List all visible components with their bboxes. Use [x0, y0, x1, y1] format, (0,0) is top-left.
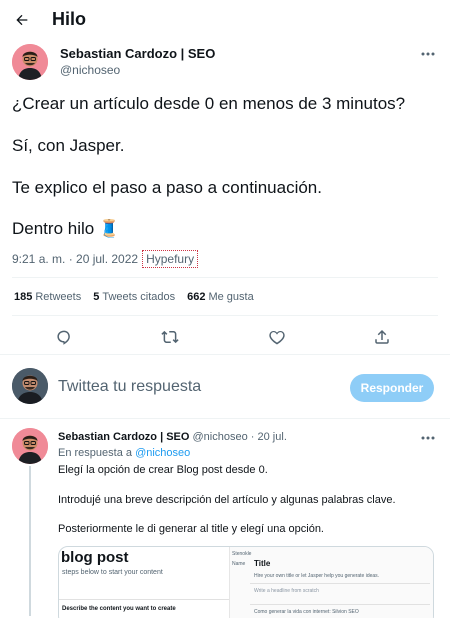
quotes-count: 5 [93, 291, 100, 303]
avatar-portrait-icon [12, 44, 48, 80]
reply-submit-button[interactable]: Responder [350, 374, 434, 402]
tweet-stats: 185 Retweets 5 Tweets citados 662 Me gusta [14, 291, 254, 303]
heart-icon [269, 330, 285, 345]
compose-avatar[interactable] [12, 368, 48, 404]
like-action[interactable] [266, 326, 288, 348]
reply-separator: · [250, 431, 255, 443]
media-right-line: Como generar la vida con internet: Silvi… [254, 609, 359, 615]
likes-count: 662 [187, 291, 206, 303]
media-right-line: Write a headline from scratch [254, 588, 319, 594]
in-reply-to: En respuesta a @nichoseo [58, 447, 190, 459]
author-handle[interactable]: @nichoseo [60, 63, 120, 77]
divider [0, 418, 450, 419]
tweet-text-line: ¿Crear un artículo desde 0 en menos de 3… [12, 94, 406, 113]
reply-avatar[interactable] [12, 428, 48, 464]
media-left-subtitle: steps below to start your content [62, 569, 163, 576]
share-action[interactable] [371, 326, 393, 348]
avatar-portrait-icon [12, 428, 48, 464]
retweet-icon [161, 330, 179, 344]
share-icon [375, 329, 389, 344]
more-options-button[interactable] [416, 46, 440, 62]
tweet-actions [0, 324, 450, 352]
media-divider [250, 583, 430, 584]
media-right-line: Hire your own title or let Jasper help y… [254, 573, 380, 579]
media-left-title: blog post [61, 549, 129, 566]
reply-more-options-button[interactable] [416, 430, 440, 446]
reply-media-image[interactable]: blog post steps below to start your cont… [58, 546, 434, 618]
timestamp[interactable]: 9:21 a. m. · 20 jul. 2022 [12, 252, 138, 266]
avatar-portrait-icon [12, 368, 48, 404]
media-divider [250, 604, 430, 605]
tweet-meta: 9:21 a. m. · 20 jul. 2022 Hypefury [12, 250, 199, 268]
divider [0, 354, 450, 355]
quotes-stat[interactable]: 5 Tweets citados [93, 291, 175, 303]
reply-text-line: Posteriormente le di generar al title y … [58, 523, 324, 535]
quotes-label: Tweets citados [102, 291, 176, 303]
media-right-top: Stenokle [232, 551, 252, 557]
divider [12, 277, 438, 278]
in-reply-prefix: En respuesta a [58, 447, 132, 459]
reply-header: Sebastian Cardozo | SEO @nichoseo · 20 j… [58, 431, 287, 443]
likes-label: Me gusta [208, 291, 254, 303]
tweet-text-line: Te explico el paso a paso a continuación… [12, 178, 322, 197]
source-link[interactable]: Hypefury [142, 250, 199, 268]
arrow-left-icon [16, 14, 28, 26]
retweets-stat[interactable]: 185 Retweets [14, 291, 81, 303]
more-dots-icon [421, 52, 435, 56]
retweets-count: 185 [14, 291, 33, 303]
media-right-title: Title [254, 559, 271, 568]
media-divider [59, 599, 229, 600]
media-left-description: Describe the content you want to create [62, 606, 176, 612]
author-name[interactable]: Sebastian Cardozo | SEO [60, 46, 215, 61]
reply-date[interactable]: 20 jul. [258, 431, 287, 443]
reply-text-line: Introdujé una breve descripción del artí… [58, 494, 396, 506]
reply-author-handle[interactable]: @nichoseo [193, 431, 248, 443]
retweet-action[interactable] [159, 326, 181, 348]
reply-text-line: Elegí la opción de crear Blog post desde… [58, 464, 268, 476]
retweets-label: Retweets [35, 291, 82, 303]
reply-input[interactable]: Twittea tu respuesta [58, 378, 201, 396]
page-title: Hilo [52, 9, 86, 29]
likes-stat[interactable]: 662 Me gusta [187, 291, 254, 303]
tweet-text-line: Dentro hilo 🧵 [12, 219, 121, 238]
reply-action[interactable] [53, 326, 75, 348]
reply-author-name[interactable]: Sebastian Cardozo | SEO [58, 431, 189, 443]
header-bar: Hilo [0, 0, 450, 40]
divider [12, 315, 438, 316]
thread-connector-line [29, 466, 31, 616]
media-right-panel: Stenokle Name Title Hire your own title … [229, 547, 433, 618]
avatar[interactable] [12, 44, 48, 80]
tweet-text-line: Sí, con Jasper. [12, 136, 125, 155]
in-reply-handle-link[interactable]: @nichoseo [135, 447, 190, 459]
media-right-title-prefix: Name [232, 561, 246, 567]
reply-icon [57, 330, 70, 345]
more-dots-icon [421, 436, 435, 440]
back-button[interactable] [8, 6, 36, 34]
